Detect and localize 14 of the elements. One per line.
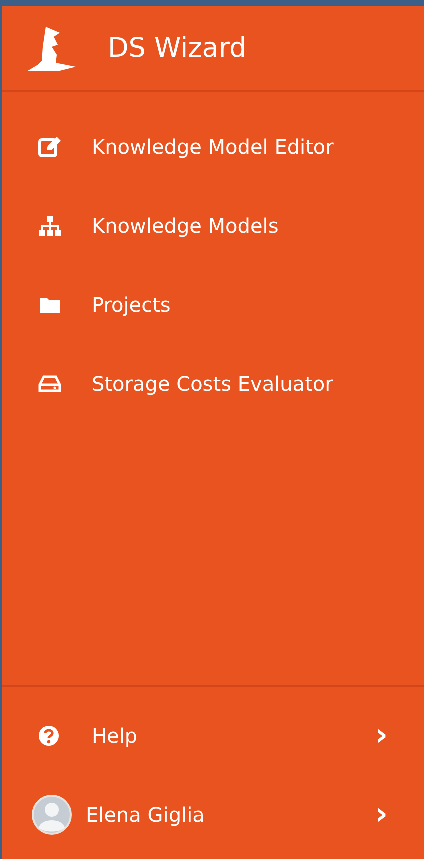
chevron-icon: › — [376, 720, 388, 750]
chevron-icon: › — [376, 800, 388, 830]
avatar-icon — [32, 794, 72, 834]
app-title: DS Wizard — [108, 32, 247, 64]
menu-item[interactable]: Knowledge Models — [2, 205, 424, 246]
help-icon — [38, 724, 60, 746]
menu-item[interactable]: Knowledge Model Editor — [2, 126, 424, 167]
menu-item[interactable]: Projects — [2, 284, 424, 325]
menu-item[interactable]: Storage Costs Evaluator — [2, 363, 424, 404]
sitemap-icon — [38, 214, 62, 236]
menu-item[interactable]: Elena Giglia › — [2, 794, 424, 835]
menu-item[interactable]: Help › — [2, 715, 424, 756]
hard-drive-icon — [38, 374, 62, 392]
edit-icon — [38, 136, 62, 158]
